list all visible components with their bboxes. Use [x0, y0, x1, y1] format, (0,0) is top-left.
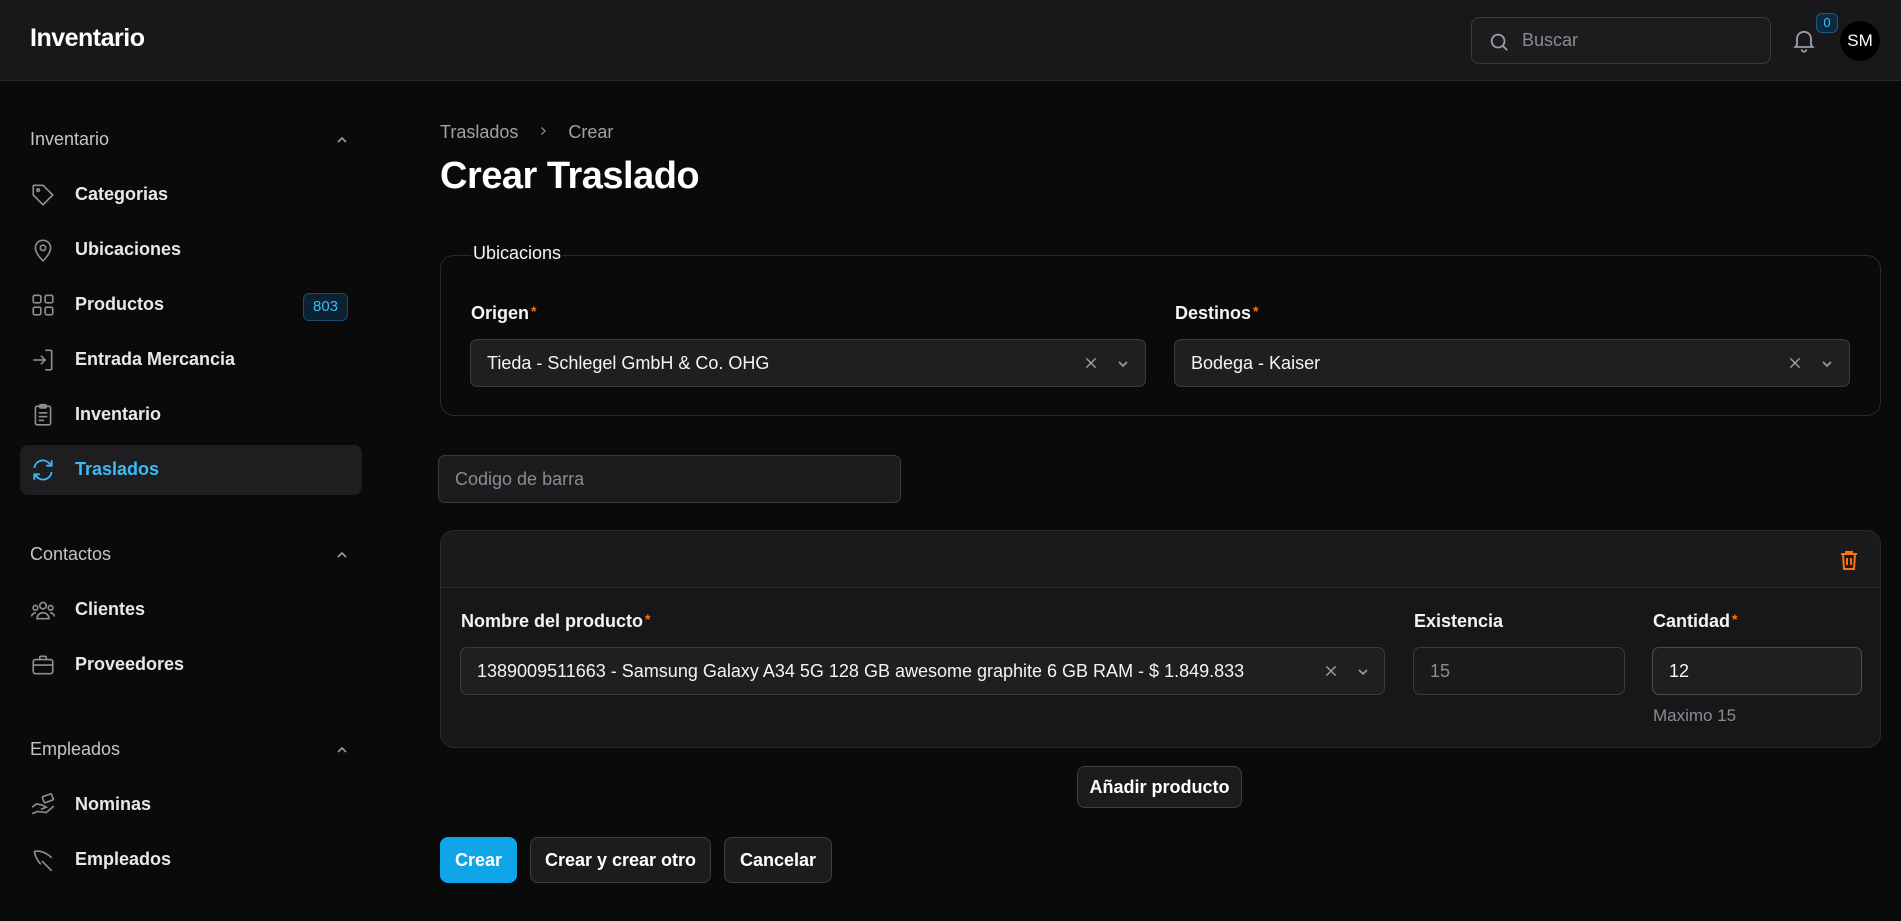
sidebar-item-label: Traslados	[75, 459, 160, 479]
sidebar-item-ubicaciones[interactable]: Ubicaciones	[20, 225, 362, 275]
nombre-producto-label: Nombre del producto *	[461, 611, 650, 632]
sidebar-item-label: Proveedores	[75, 654, 185, 674]
avatar[interactable]: SM	[1840, 21, 1880, 61]
sidebar-item-label: Entrada Mercancia	[75, 349, 236, 369]
required-mark: *	[531, 303, 537, 319]
notification-count-badge: 0	[1816, 13, 1838, 33]
search-input[interactable]	[1522, 18, 1762, 63]
add-product-button[interactable]: Añadir producto	[1077, 766, 1242, 808]
clipboard-icon	[34, 403, 52, 426]
sidebar-item-entrada-mercancia[interactable]: Entrada Mercancia	[20, 335, 362, 385]
app-brand[interactable]: Inventario	[30, 24, 145, 53]
clear-icon[interactable]	[1787, 355, 1803, 371]
destinos-label: Destinos *	[1175, 303, 1258, 324]
sidebar-item-label: Productos	[75, 294, 165, 314]
required-mark: *	[645, 611, 651, 627]
sidebar: Inventario Categorias Ubicaciones Produc…	[0, 82, 380, 921]
refresh-icon	[33, 459, 53, 481]
sidebar-item-label: Categorias	[75, 184, 169, 204]
ubicaciones-section	[440, 255, 1881, 416]
sidebar-item-label: Empleados	[75, 849, 172, 869]
origen-label: Origen *	[471, 303, 536, 324]
producto-select[interactable]: 1389009511663 - Samsung Galaxy A34 5G 12…	[460, 647, 1385, 695]
users-icon	[30, 601, 56, 620]
required-mark: *	[1732, 611, 1738, 627]
chevron-up-icon[interactable]	[334, 132, 350, 148]
clear-icon[interactable]	[1323, 663, 1339, 679]
sidebar-item-clientes[interactable]: Clientes	[20, 585, 362, 635]
sidebar-group-title: Contactos	[30, 544, 112, 564]
search-icon	[1490, 33, 1508, 51]
sidebar-group-title: Empleados	[30, 739, 121, 759]
sidebar-item-nominas[interactable]: Nominas	[20, 780, 362, 830]
sidebar-item-traslados[interactable]: Traslados	[20, 445, 362, 495]
tag-icon	[32, 184, 54, 206]
sidebar-group-empleados[interactable]: Empleados	[30, 734, 350, 764]
origen-value: Tieda - Schlegel GmbH & Co. OHG	[487, 353, 770, 373]
breadcrumb-current: Crear	[568, 121, 614, 142]
sidebar-group-inventario[interactable]: Inventario	[30, 124, 350, 154]
product-card-header	[441, 531, 1880, 588]
chevron-up-icon[interactable]	[334, 742, 350, 758]
bell-icon[interactable]	[1790, 25, 1818, 55]
destinos-value: Bodega - Kaiser	[1191, 353, 1321, 373]
destinos-select[interactable]: Bodega - Kaiser	[1174, 339, 1850, 387]
search-box[interactable]	[1471, 17, 1771, 64]
briefcase-icon	[32, 655, 54, 675]
sidebar-group-contactos[interactable]: Contactos	[30, 539, 350, 569]
field-label-text: Cantidad	[1653, 611, 1731, 631]
grid-icon	[32, 294, 54, 316]
count-badge: 803	[303, 293, 349, 321]
create-another-button[interactable]: Crear y crear otro	[530, 837, 711, 883]
existencia-label: Existencia	[1414, 611, 1504, 631]
create-button[interactable]: Crear	[440, 837, 517, 883]
sidebar-item-empleados[interactable]: Empleados	[20, 835, 362, 885]
sidebar-item-inventario[interactable]: Inventario	[20, 390, 362, 440]
section-legend: Ubicacions	[471, 243, 564, 264]
chevron-up-icon[interactable]	[334, 547, 350, 563]
origen-select[interactable]: Tieda - Schlegel GmbH & Co. OHG	[470, 339, 1146, 387]
map-pin-icon	[34, 239, 52, 262]
cantidad-input[interactable]: 12	[1652, 647, 1862, 695]
producto-value: 1389009511663 - Samsung Galaxy A34 5G 12…	[477, 661, 1245, 681]
sidebar-group-title: Inventario	[30, 129, 110, 149]
required-mark: *	[1253, 303, 1259, 319]
cantidad-label: Cantidad *	[1653, 611, 1737, 632]
chevron-right-icon	[537, 122, 549, 143]
top-bar: Inventario 0 SM	[0, 0, 1901, 81]
sidebar-item-label: Nominas	[75, 794, 152, 814]
page-title: Crear Traslado	[440, 155, 700, 197]
field-label-text: Origen	[471, 303, 530, 323]
hand-cash-icon	[31, 793, 55, 815]
existencia-field: 15	[1413, 647, 1625, 695]
breadcrumb-link-traslados[interactable]: Traslados	[440, 122, 518, 143]
sidebar-item-label: Ubicaciones	[75, 239, 182, 259]
field-label-text: Destinos	[1175, 303, 1252, 323]
chevron-down-icon[interactable]	[1819, 356, 1835, 372]
pickaxe-icon	[33, 850, 53, 872]
sidebar-item-proveedores[interactable]: Proveedores	[20, 640, 362, 690]
clear-icon[interactable]	[1083, 355, 1099, 371]
barcode-input[interactable]	[438, 455, 901, 503]
sidebar-item-label: Clientes	[75, 599, 146, 619]
cancel-button[interactable]: Cancelar	[724, 837, 832, 883]
chevron-down-icon[interactable]	[1115, 356, 1131, 372]
breadcrumb: Traslados Crear	[440, 121, 613, 143]
login-icon	[33, 349, 53, 371]
sidebar-item-categorias[interactable]: Categorias	[20, 170, 362, 220]
cantidad-hint: Maximo 15	[1653, 706, 1737, 725]
field-label-text: Nombre del producto	[461, 611, 644, 631]
trash-icon[interactable]	[1837, 547, 1861, 573]
sidebar-item-productos[interactable]: Productos 803	[20, 280, 362, 330]
sidebar-item-label: Inventario	[75, 404, 162, 424]
chevron-down-icon[interactable]	[1355, 664, 1371, 680]
product-item-card: Nombre del producto * 1389009511663 - Sam…	[440, 530, 1881, 748]
